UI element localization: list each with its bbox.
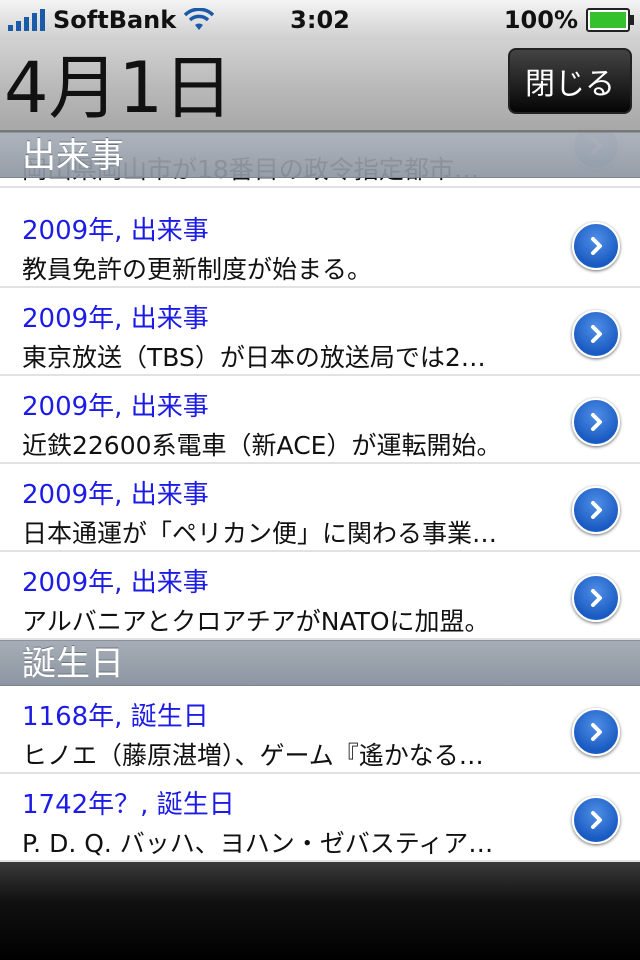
list-item[interactable]: 1742年？, 誕生日 P. D. Q. バッハ、ヨハン・ゼバスティア… [0,774,640,862]
list-item[interactable]: 2009年, 出来事 日本通運が「ペリカン便」に関わる事業… [0,464,640,552]
battery-percent: 100% [503,6,578,34]
page-title: 4月1日 [4,47,234,129]
disclosure-arrow-icon[interactable] [572,222,620,270]
close-button[interactable]: 閉じる [508,48,632,114]
item-description: ヒノエ（藤原湛増）、ゲーム『遙かなる… [22,741,484,770]
disclosure-arrow-icon[interactable] [572,398,620,446]
item-description: 教員免許の更新制度が始まる。 [22,255,373,284]
item-year-category: 2009年, 出来事 [22,216,209,246]
list-item[interactable]: 2009年, 出来事 東京放送（TBS）が日本の放送局では2… [0,288,640,376]
item-description: 日本通運が「ペリカン便」に関わる事業… [22,519,498,548]
item-description: P. D. Q. バッハ、ヨハン・ゼバスティア… [22,829,494,858]
item-year-category: 1742年？, 誕生日 [22,790,235,820]
disclosure-arrow-icon[interactable] [572,310,620,358]
title-bar: 4月1日 閉じる [0,40,640,132]
list-item[interactable]: 2009年, 出来事 教員免許の更新制度が始まる。 [0,200,640,288]
disclosure-arrow-icon[interactable] [572,574,620,622]
list-item[interactable]: 2009年, 出来事 近鉄22600系電車（新ACE）が運転開始。 [0,376,640,464]
section-header-events: 出来事 [0,132,640,178]
section-header-birthdays: 誕生日 [0,640,640,686]
item-year-category: 2009年, 出来事 [22,480,209,510]
item-year-category: 2009年, 出来事 [22,304,209,334]
item-year-category: 2009年, 出来事 [22,568,209,598]
status-bar: SoftBank 3:02 100% [0,0,640,40]
disclosure-arrow-icon[interactable] [572,708,620,756]
item-year-category: 2009年, 出来事 [22,392,209,422]
events-list[interactable]: 岡山県岡山市が18番目の政令指定都市… 出来事 2009年, 出来事 教員免許の… [0,132,640,862]
disclosure-arrow-icon[interactable] [572,486,620,534]
item-description: 近鉄22600系電車（新ACE）が運転開始。 [22,431,502,460]
list-item[interactable]: 2009年, 出来事 アルバニアとクロアチアがNATOに加盟。 [0,552,640,640]
list-item[interactable]: 1168年, 誕生日 ヒノエ（藤原湛増）、ゲーム『遙かなる… [0,686,640,774]
item-description: アルバニアとクロアチアがNATOに加盟。 [22,607,490,636]
battery-icon [586,8,634,32]
item-year-category: 1168年, 誕生日 [22,702,209,732]
item-description: 東京放送（TBS）が日本の放送局では2… [22,343,486,372]
bottom-toolbar [0,862,640,960]
disclosure-arrow-icon[interactable] [572,796,620,844]
battery-area: 100% [503,6,634,34]
